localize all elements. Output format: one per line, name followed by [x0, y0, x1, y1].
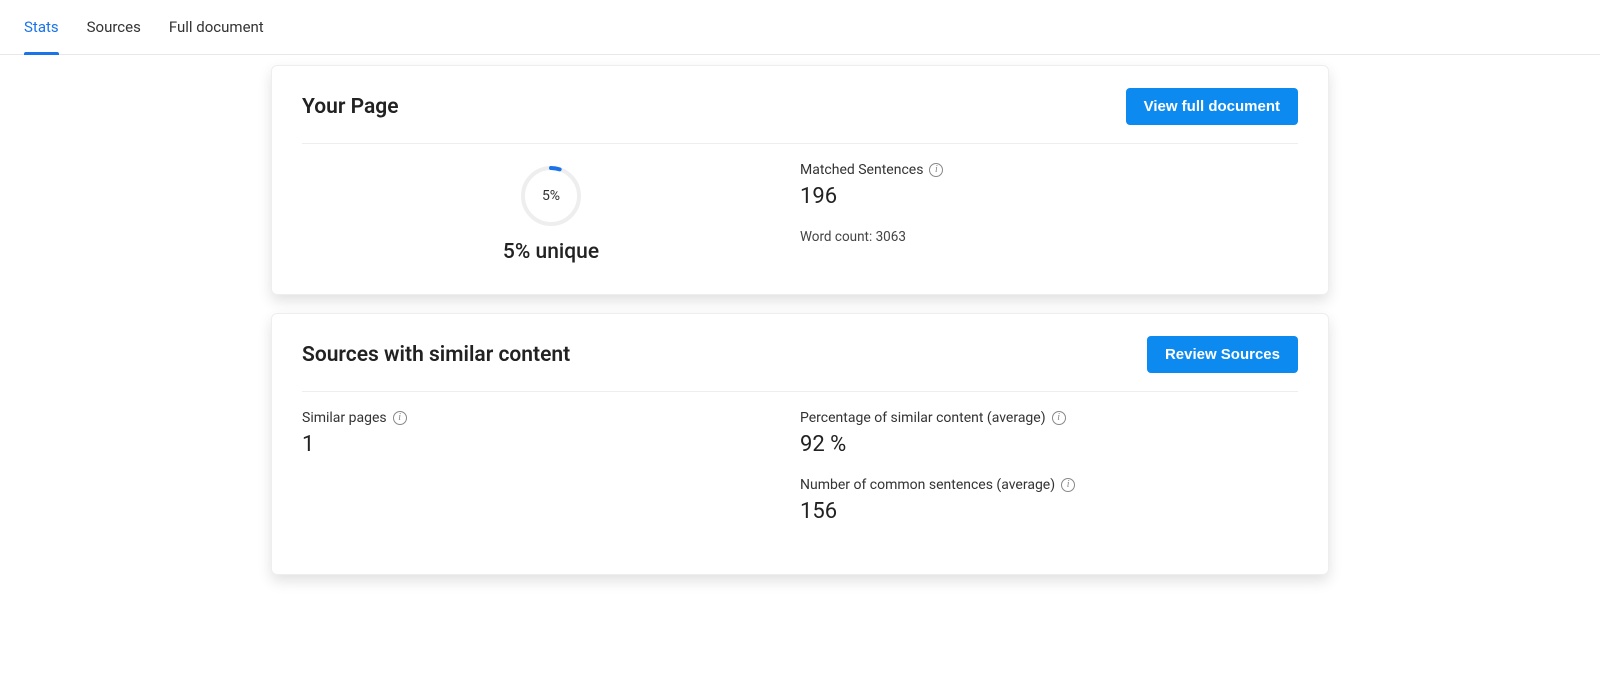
matched-sentences-label-text: Matched Sentences: [800, 162, 923, 178]
common-sentences-value: 156: [800, 499, 1298, 524]
uniqueness-donut-percent: 5%: [519, 164, 583, 228]
matched-sentences-label: Matched Sentences i: [800, 162, 1298, 178]
similar-pages-block: Similar pages i 1: [302, 410, 800, 457]
card-header-your-page: Your Page View full document: [302, 88, 1298, 144]
tab-sources[interactable]: Sources: [87, 0, 141, 55]
info-icon[interactable]: i: [1061, 478, 1075, 492]
card-body-your-page: 5% 5% unique Matched Sentences i 196 Wor…: [302, 162, 1298, 264]
tab-stats[interactable]: Stats: [24, 0, 59, 55]
card-sources: Sources with similar content Review Sour…: [271, 313, 1329, 575]
common-sentences-label-text: Number of common sentences (average): [800, 477, 1055, 493]
uniqueness-donut: 5%: [519, 164, 583, 228]
your-page-right-column: Matched Sentences i 196 Word count: 3063: [800, 162, 1298, 264]
card-body-sources: Similar pages i 1 Percentage of similar …: [302, 410, 1298, 544]
similar-pages-value: 1: [302, 432, 800, 457]
matched-sentences-block: Matched Sentences i 196: [800, 162, 1298, 209]
percentage-similar-label: Percentage of similar content (average) …: [800, 410, 1298, 426]
matched-sentences-value: 196: [800, 184, 1298, 209]
sources-right-column: Percentage of similar content (average) …: [800, 410, 1298, 544]
percentage-similar-block: Percentage of similar content (average) …: [800, 410, 1298, 457]
uniqueness-text: 5% unique: [503, 240, 599, 264]
similar-pages-label: Similar pages i: [302, 410, 800, 426]
tabs-bar: Stats Sources Full document: [0, 0, 1600, 55]
card-title-sources: Sources with similar content: [302, 343, 570, 367]
word-count-text: Word count: 3063: [800, 229, 1298, 245]
info-icon[interactable]: i: [929, 163, 943, 177]
review-sources-button[interactable]: Review Sources: [1147, 336, 1298, 373]
common-sentences-label: Number of common sentences (average) i: [800, 477, 1298, 493]
card-header-sources: Sources with similar content Review Sour…: [302, 336, 1298, 392]
percentage-similar-label-text: Percentage of similar content (average): [800, 410, 1046, 426]
content-area: Your Page View full document 5% 5% uniqu…: [0, 55, 1600, 575]
uniqueness-section: 5% 5% unique: [302, 162, 800, 264]
common-sentences-block: Number of common sentences (average) i 1…: [800, 477, 1298, 524]
sources-left-column: Similar pages i 1: [302, 410, 800, 544]
view-full-document-button[interactable]: View full document: [1126, 88, 1298, 125]
card-your-page: Your Page View full document 5% 5% uniqu…: [271, 65, 1329, 295]
tab-full-document[interactable]: Full document: [169, 0, 264, 55]
card-title-your-page: Your Page: [302, 95, 399, 119]
info-icon[interactable]: i: [393, 411, 407, 425]
similar-pages-label-text: Similar pages: [302, 410, 387, 426]
percentage-similar-value: 92 %: [800, 432, 1298, 457]
info-icon[interactable]: i: [1052, 411, 1066, 425]
